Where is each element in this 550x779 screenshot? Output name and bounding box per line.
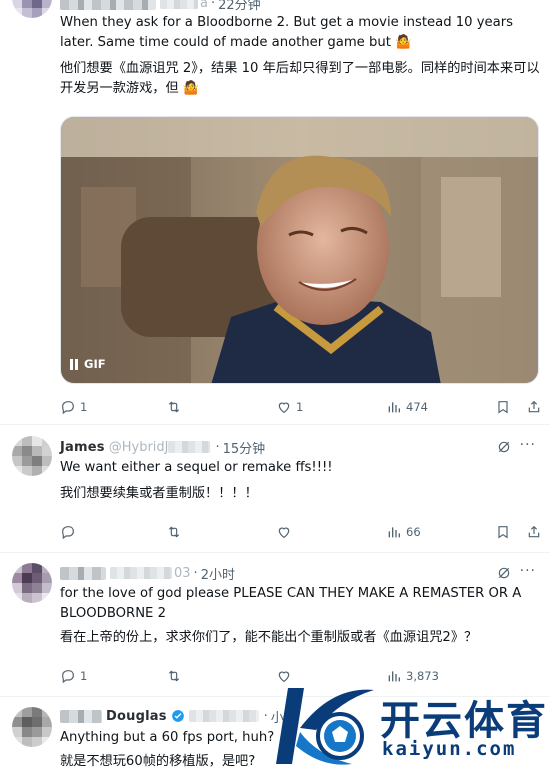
views-count: 474 bbox=[406, 400, 428, 414]
bookmark-button[interactable] bbox=[495, 397, 511, 417]
author-name-blurred[interactable] bbox=[60, 0, 156, 10]
avatar[interactable] bbox=[12, 0, 52, 18]
tweet-gif[interactable]: GIF bbox=[60, 116, 539, 384]
gif-badge[interactable]: GIF bbox=[70, 357, 106, 371]
tweet-text-cn: 我们想要续集或者重制版！！！！ bbox=[60, 486, 258, 501]
reply-count: 1 bbox=[80, 669, 88, 683]
tweet-text-en: We want either a sequel or remake ffs!!!… bbox=[60, 460, 333, 475]
reply-button[interactable] bbox=[60, 522, 80, 542]
avatar[interactable] bbox=[12, 563, 52, 603]
retweet-button[interactable] bbox=[166, 397, 186, 417]
views-button[interactable]: 474 bbox=[386, 397, 428, 417]
header-dot: · bbox=[210, 0, 216, 11]
views-icon bbox=[388, 402, 400, 413]
reply-button[interactable]: 1 bbox=[60, 666, 87, 686]
author-handle[interactable]: @HybridJ bbox=[109, 440, 169, 455]
tweet-text-en: When they ask for a Bloodborne 2. But ge… bbox=[60, 15, 514, 50]
tweet-time[interactable]: 2小时 bbox=[201, 564, 235, 583]
like-icon bbox=[278, 402, 290, 414]
share-button[interactable] bbox=[526, 522, 542, 542]
bookmark-icon bbox=[498, 526, 508, 539]
bookmark-icon bbox=[498, 401, 508, 414]
reply-icon bbox=[62, 670, 74, 684]
grok-icon[interactable] bbox=[496, 565, 512, 581]
like-button[interactable] bbox=[276, 522, 296, 542]
views-count: 66 bbox=[406, 525, 421, 539]
avatar[interactable] bbox=[12, 436, 52, 476]
reply-count: 1 bbox=[80, 400, 88, 414]
retweet-button[interactable] bbox=[166, 666, 186, 686]
tweet-text-cn: 看在上帝的份上，求求你们了，能不能出个重制版或者《血源诅咒2》？ bbox=[60, 630, 478, 645]
more-icon[interactable]: ··· bbox=[520, 437, 536, 453]
tweet-time[interactable]: 22分钟 bbox=[218, 0, 261, 13]
like-icon bbox=[278, 527, 290, 539]
verified-icon bbox=[171, 710, 184, 722]
author-name-blurred[interactable] bbox=[60, 566, 106, 580]
reply-button[interactable]: 1 bbox=[60, 397, 87, 417]
header-dot: · bbox=[215, 439, 220, 455]
author-name[interactable]: James bbox=[60, 440, 105, 455]
avatar[interactable] bbox=[12, 707, 52, 747]
tweet-2[interactable]: James @HybridJ · 15分钟 ··· We want either… bbox=[0, 425, 550, 552]
author-handle[interactable]: a bbox=[200, 0, 208, 11]
pause-icon[interactable] bbox=[70, 358, 78, 370]
author-handle-blurred[interactable] bbox=[110, 567, 172, 579]
author-handle-blurred[interactable] bbox=[160, 0, 198, 9]
kaiyun-watermark: 开云体育 kaiyun.com bbox=[270, 676, 550, 779]
retweet-icon bbox=[168, 401, 180, 413]
retweet-icon bbox=[168, 670, 180, 682]
share-icon bbox=[528, 525, 540, 538]
gif-frame bbox=[61, 117, 538, 383]
bookmark-button[interactable] bbox=[495, 522, 511, 542]
tweet-3[interactable]: 03 · 2小时 ··· for the love of god please … bbox=[0, 553, 550, 696]
author-handle-blurred[interactable] bbox=[188, 710, 259, 722]
tweet-text-cn: 他们想要《血源诅咒 2》，结果 10 年后却只得到了一部电影。同样的时间本来可以… bbox=[60, 61, 540, 96]
tweet-header: Douglas · 小时 bbox=[60, 707, 297, 726]
author-name-blurred[interactable] bbox=[60, 709, 102, 723]
reply-icon bbox=[62, 401, 74, 415]
tweet-actions: 1 1 474 bbox=[60, 397, 546, 417]
tweet-actions: 66 bbox=[60, 522, 546, 542]
tweet-1[interactable]: a · 22分钟 When they ask for a Bloodborne … bbox=[0, 0, 550, 424]
like-button[interactable]: 1 bbox=[276, 397, 303, 417]
author-handle[interactable]: 03 bbox=[174, 566, 191, 581]
retweet-button[interactable] bbox=[166, 522, 186, 542]
views-button[interactable]: 66 bbox=[386, 522, 421, 542]
share-button[interactable] bbox=[526, 397, 542, 417]
author-name[interactable]: Douglas bbox=[106, 709, 167, 724]
views-icon bbox=[388, 527, 400, 538]
tweet-header: James @HybridJ · 15分钟 bbox=[60, 438, 266, 457]
tweet-time[interactable]: 15分钟 bbox=[223, 438, 266, 457]
watermark-en: kaiyun.com bbox=[382, 738, 517, 760]
like-count: 1 bbox=[296, 400, 304, 414]
reply-icon bbox=[62, 526, 74, 540]
tweet-header: a · 22分钟 bbox=[60, 0, 261, 13]
header-dot: · bbox=[263, 708, 268, 724]
more-icon[interactable]: ··· bbox=[520, 563, 536, 579]
kaiyun-logo-icon bbox=[276, 688, 374, 765]
tweet-text-en: for the love of god please PLEASE CAN TH… bbox=[60, 586, 522, 621]
grok-icon[interactable] bbox=[496, 439, 512, 455]
header-dot: · bbox=[193, 565, 198, 581]
tweet-header: 03 · 2小时 bbox=[60, 564, 235, 583]
gif-label: GIF bbox=[84, 357, 106, 371]
author-handle-blurred[interactable] bbox=[168, 441, 211, 453]
share-icon bbox=[528, 400, 540, 413]
retweet-icon bbox=[168, 526, 180, 538]
